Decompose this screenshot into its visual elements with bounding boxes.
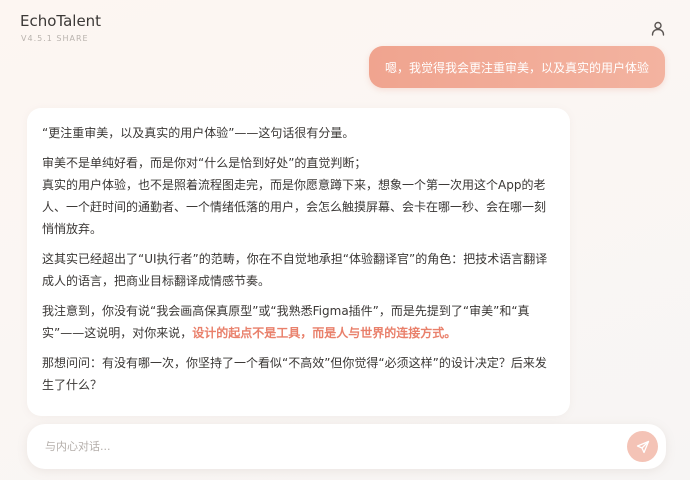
ai-highlight-text: 设计的起点不是工具，而是人与世界的连接方式。 (192, 326, 457, 340)
send-button[interactable] (627, 431, 658, 462)
ai-paragraph-1: “更注重审美，以及真实的用户体验”——这句话很有分量。 (42, 126, 355, 140)
ai-paragraph-2: 审美不是单纯好看，而是你对“什么是恰到好处”的直觉判断； 真实的用户体验，也不是照… (42, 152, 556, 240)
composer-bar (27, 424, 666, 469)
app-title: EchoTalent (20, 12, 102, 30)
message-input[interactable] (45, 424, 615, 469)
app-version: V4.5.1 SHARE (21, 34, 89, 43)
user-message-bubble: 嗯，我觉得我会更注重审美，以及真实的用户体验 (368, 46, 665, 88)
user-icon (651, 21, 665, 36)
ai-paragraph-3: 这其实已经超出了“UI执行者”的范畴，你在不自觉地承担“体验翻译官”的角色：把技… (42, 252, 548, 288)
ai-message-card: “更注重审美，以及真实的用户体验”——这句话很有分量。 审美不是单纯好看，而是你… (27, 108, 570, 416)
ai-paragraph-4: 我注意到，你没有说“我会画高保真原型”或“我熟悉Figma插件”，而是先提到了“… (42, 300, 556, 344)
ai-paragraph-2-line-2: 真实的用户体验，也不是照着流程图走完，而是你愿意蹲下来，想象一个第一次用这个Ap… (42, 178, 547, 236)
user-message-text: 嗯，我觉得我会更注重审美，以及真实的用户体验 (384, 60, 649, 75)
ai-paragraph-5: 那想问问：有没有哪一次，你坚持了一个看似“不高效”但你觉得“必须这样”的设计决定… (42, 356, 547, 392)
ai-paragraph-2-line-1: 审美不是单纯好看，而是你对“什么是恰到好处”的直觉判断； (42, 156, 367, 170)
user-profile-button[interactable] (648, 18, 668, 38)
send-icon (636, 440, 649, 453)
